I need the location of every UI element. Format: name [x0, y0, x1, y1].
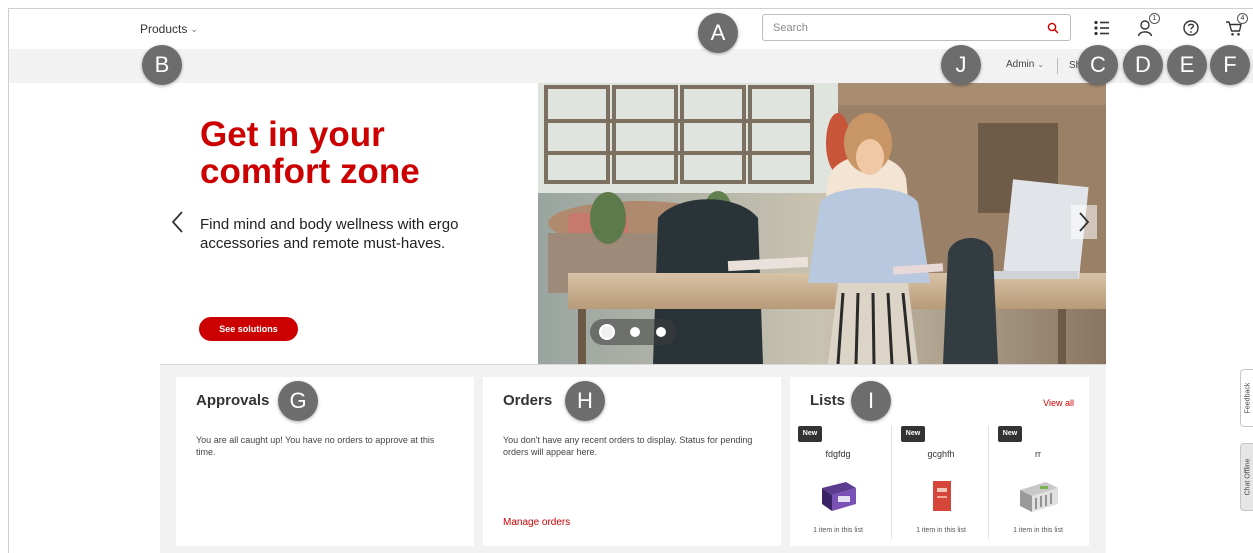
lists-title: Lists: [810, 392, 846, 409]
callout-marker-e: E: [1167, 45, 1207, 85]
manage-orders-link[interactable]: Manage orders: [503, 517, 570, 528]
view-all-link[interactable]: View all: [1043, 398, 1074, 408]
approvals-title: Approvals: [196, 392, 270, 409]
search-icon[interactable]: [1046, 21, 1060, 35]
sub-bar: Admin ⌄ Sh ts Y v: [9, 49, 1253, 83]
callout-marker-b: B: [142, 45, 182, 85]
hero-carousel: Get in your comfort zone Find mind and b…: [160, 83, 1106, 365]
product-image: [822, 482, 856, 511]
admin-menu[interactable]: Admin ⌄: [1006, 59, 1044, 70]
list-name: fdgfdg: [825, 449, 851, 459]
chevron-left-icon[interactable]: [170, 209, 186, 235]
chat-label: Chat Offline: [1244, 458, 1252, 496]
list-item[interactable]: New fdgfdg 1 item in this list: [790, 426, 886, 539]
callout-marker-h: H: [565, 381, 605, 421]
search-input[interactable]: [773, 20, 1043, 36]
orders-title: Orders: [503, 392, 553, 409]
list-item-count: 1 item in this list: [1013, 527, 1063, 534]
admin-label: Admin: [1006, 59, 1035, 70]
chevron-right-icon: [1079, 212, 1090, 232]
callout-marker-j: J: [941, 45, 981, 85]
feedback-label: Feedback: [1244, 382, 1252, 414]
callout-marker-d: D: [1123, 45, 1163, 85]
account-button[interactable]: 1: [1136, 13, 1160, 38]
carousel-next-button[interactable]: [1071, 205, 1097, 239]
search-box[interactable]: [762, 14, 1071, 41]
list-name: gcghfh: [927, 449, 955, 459]
see-solutions-button[interactable]: See solutions: [199, 317, 298, 341]
chevron-down-icon: ⌄: [1037, 60, 1045, 69]
list-item[interactable]: New gcghfh 1 item in this list: [893, 426, 989, 539]
cart-count-badge: 4: [1237, 13, 1248, 24]
new-tag: New: [798, 426, 822, 442]
top-header: Products ⌄ 1: [9, 9, 1253, 49]
feedback-tab[interactable]: Feedback: [1240, 369, 1253, 427]
product-image: [933, 481, 951, 511]
carousel-dot-1[interactable]: [599, 324, 615, 340]
carousel-dot-3[interactable]: [656, 327, 666, 337]
products-label: Products: [140, 22, 188, 36]
hero-subtitle: Find mind and body wellness with ergo ac…: [200, 216, 459, 252]
approvals-text: You are all caught up! You have no order…: [196, 435, 435, 457]
divider: [891, 426, 892, 539]
carousel-dot-2[interactable]: [630, 327, 640, 337]
orders-text: You don't have any recent orders to disp…: [503, 435, 753, 457]
page-frame: Products ⌄ 1: [8, 8, 1253, 553]
carousel-dots: [590, 319, 676, 345]
approvals-card: Approvals You are all caught up! You hav…: [176, 377, 474, 546]
help-icon[interactable]: [1181, 18, 1201, 38]
new-tag: New: [901, 426, 925, 442]
list-item[interactable]: New rr 1 item in this list: [990, 426, 1086, 539]
callout-marker-g: G: [278, 381, 318, 421]
callout-marker-c: C: [1078, 45, 1118, 85]
list-item-count: 1 item in this list: [813, 527, 863, 534]
divider: [1057, 58, 1058, 74]
cart-button[interactable]: 4: [1224, 13, 1248, 38]
chat-tab[interactable]: Chat Offline: [1240, 443, 1253, 511]
callout-marker-i: I: [851, 381, 891, 421]
hero-title: Get in your comfort zone: [200, 115, 420, 191]
new-tag: New: [998, 426, 1022, 442]
divider: [988, 426, 989, 539]
list-item-count: 1 item in this list: [916, 527, 966, 534]
products-menu[interactable]: Products ⌄: [140, 22, 198, 36]
account-badge: 1: [1149, 13, 1160, 24]
orders-card: Orders You don't have any recent orders …: [483, 377, 781, 546]
lists-card: Lists View all New fdgfdg 1 item in this…: [790, 377, 1089, 546]
product-image: [1020, 482, 1058, 512]
list-icon[interactable]: [1091, 18, 1111, 38]
chevron-down-icon: ⌄: [190, 23, 198, 34]
list-name: rr: [1035, 449, 1041, 459]
callout-marker-a: A: [698, 13, 738, 53]
callout-marker-f: F: [1210, 45, 1250, 85]
